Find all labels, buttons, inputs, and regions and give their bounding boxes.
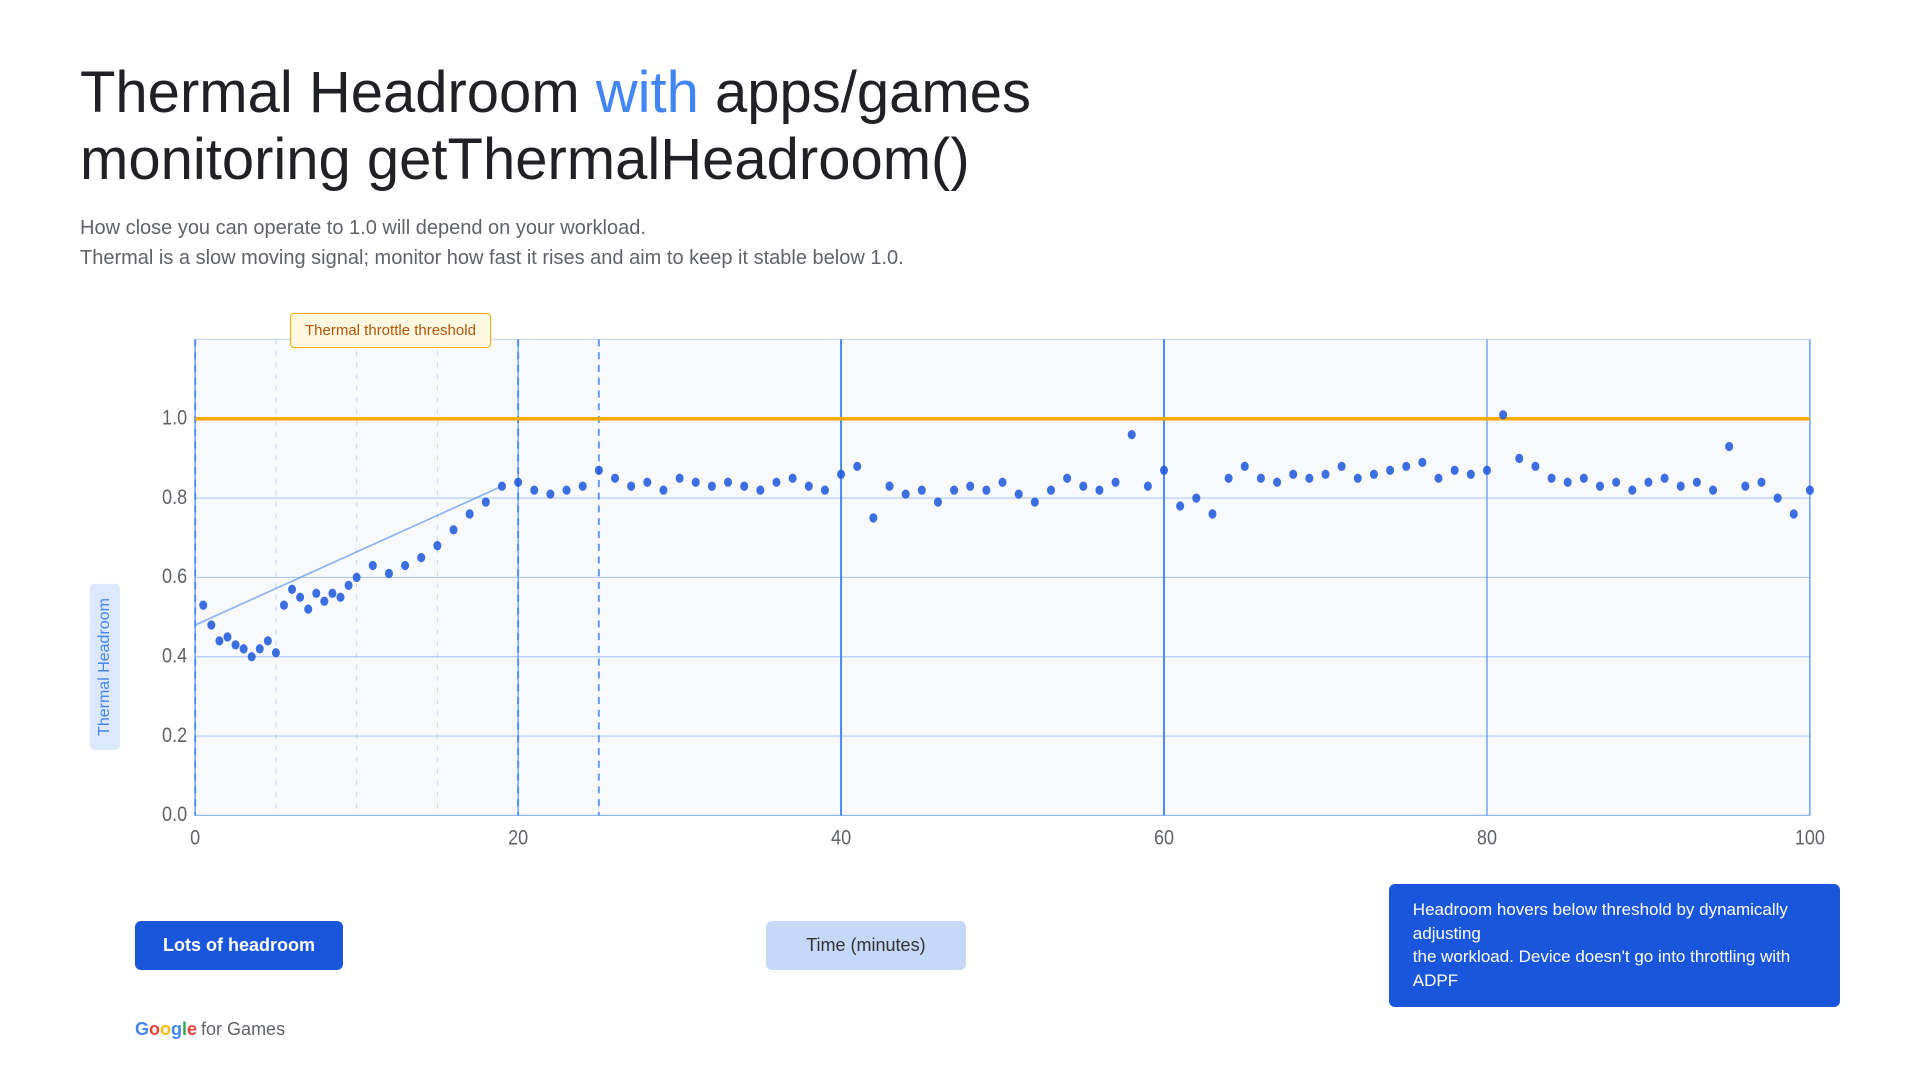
title-with: with bbox=[596, 60, 699, 125]
svg-text:0.4: 0.4 bbox=[162, 645, 187, 669]
google-for-games: for Games bbox=[201, 1019, 285, 1040]
title-line2: monitoring getThermalHeadroom() bbox=[80, 127, 1840, 194]
svg-text:80: 80 bbox=[1477, 827, 1497, 851]
google-g: G bbox=[135, 1019, 149, 1040]
svg-text:0.2: 0.2 bbox=[162, 724, 187, 748]
svg-text:60: 60 bbox=[1154, 827, 1174, 851]
svg-text:40: 40 bbox=[831, 827, 851, 851]
subtitle-block: How close you can operate to 1.0 will de… bbox=[80, 213, 1840, 273]
title-part1: Thermal Headroom bbox=[80, 60, 596, 125]
title-part2: apps/games bbox=[699, 60, 1031, 125]
chart-svg-container: 0.00.20.40.60.81.0020406080100 Thermal t… bbox=[135, 293, 1840, 873]
google-e: e bbox=[187, 1019, 197, 1040]
subtitle-line1: How close you can operate to 1.0 will de… bbox=[80, 213, 1840, 243]
svg-text:0.0: 0.0 bbox=[162, 803, 187, 827]
y-axis-label: Thermal Headroom bbox=[90, 584, 120, 750]
chart-svg: 0.0 0.2 0.4 0.6 0.8 1.0 0 20 40 60 80 100 bbox=[135, 293, 1840, 873]
google-o1: o bbox=[149, 1019, 160, 1040]
page-container: Thermal Headroom with apps/games monitor… bbox=[0, 0, 1920, 1080]
svg-text:1.0: 1.0 bbox=[162, 407, 187, 431]
title-line1: Thermal Headroom with apps/games bbox=[80, 60, 1840, 127]
svg-text:0.8: 0.8 bbox=[162, 486, 187, 510]
bottom-labels-row: Lots of headroom Time (minutes) Headroom… bbox=[135, 884, 1840, 1007]
chart-inner: 0.00.20.40.60.81.0020406080100 Thermal t… bbox=[135, 293, 1840, 1040]
time-minutes-label: Time (minutes) bbox=[766, 921, 965, 970]
chart-area: Thermal Headroom 0.0 0.2 0.4 0.6 0.8 1.0 0 20 40… bbox=[80, 293, 1840, 1040]
google-logo-row: Google for Games bbox=[135, 1019, 1840, 1040]
google-g2: g bbox=[171, 1019, 182, 1040]
svg-text:0: 0 bbox=[190, 827, 200, 851]
svg-text:100: 100 bbox=[1795, 827, 1825, 851]
title-block: Thermal Headroom with apps/games monitor… bbox=[80, 60, 1840, 193]
svg-text:20: 20 bbox=[508, 827, 528, 851]
headroom-desc-text: Headroom hovers below threshold by dynam… bbox=[1413, 900, 1790, 990]
lots-headroom-button[interactable]: Lots of headroom bbox=[135, 921, 343, 970]
y-axis-label-container: Thermal Headroom bbox=[80, 293, 130, 1040]
google-o2: o bbox=[160, 1019, 171, 1040]
svg-text:0.6: 0.6 bbox=[162, 565, 187, 589]
subtitle-line2: Thermal is a slow moving signal; monitor… bbox=[80, 243, 1840, 273]
headroom-desc-label: Headroom hovers below threshold by dynam… bbox=[1389, 884, 1840, 1007]
